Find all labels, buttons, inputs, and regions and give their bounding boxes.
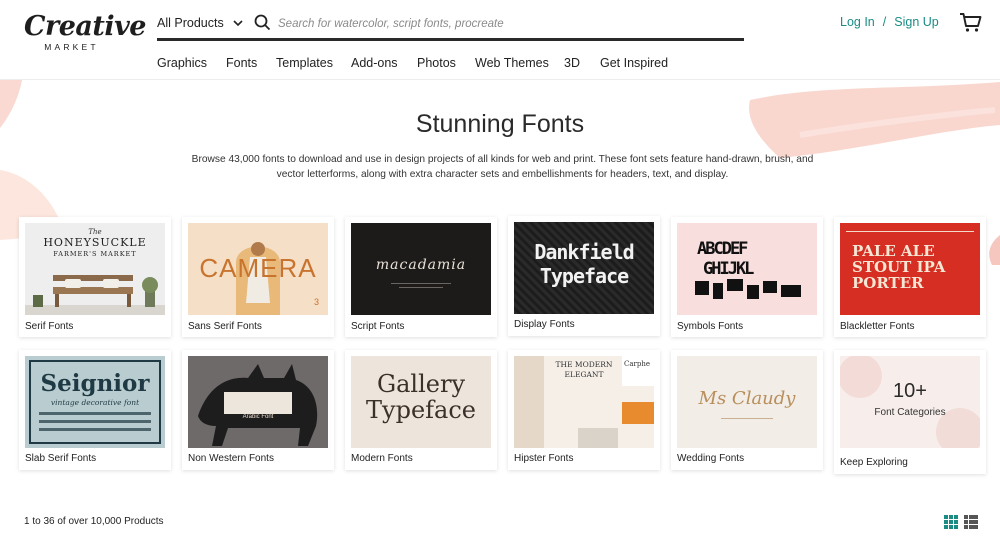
category-card-keep-exploring[interactable]: 10+ Font Categories Keep Exploring xyxy=(834,350,986,474)
thumb-text: vintage decorative font xyxy=(50,398,140,407)
bench-illustration xyxy=(25,275,165,315)
results-count: 1 to 36 of over 10,000 Products xyxy=(24,516,164,527)
category-label: Display Fonts xyxy=(514,319,575,330)
serif-fonts-thumbnail: The HONEYSUCKLE FARMER'S MARKET xyxy=(25,223,165,315)
sans-serif-fonts-thumbnail: CAMERA 3 xyxy=(188,223,328,315)
search-icon[interactable] xyxy=(254,14,271,31)
display-fonts-thumbnail: Dankfield Typeface xyxy=(514,222,654,314)
nav-item-photos[interactable]: Photos xyxy=(417,56,456,70)
page-title: Stunning Fonts xyxy=(415,110,585,138)
thumb-text: Typeface xyxy=(539,264,629,288)
keep-exploring-thumbnail: 10+ Font Categories xyxy=(840,356,980,448)
category-label: Non Western Fonts xyxy=(188,453,274,464)
category-card-serif[interactable]: The HONEYSUCKLE FARMER'S MARKET Serif Fo… xyxy=(19,217,171,337)
list-view-icon[interactable] xyxy=(964,515,978,529)
hipster-fonts-thumbnail: THE MODERN ELEGANT Carphe xyxy=(514,356,654,448)
wedding-fonts-thumbnail: Ms Claudy xyxy=(677,356,817,448)
thumb-text: GHIJKL xyxy=(703,259,754,279)
thumb-text: PORTER xyxy=(852,274,924,292)
category-label: Blackletter Fonts xyxy=(840,321,915,332)
signup-link[interactable]: Sign Up xyxy=(894,15,938,29)
thumb-text: Dankfield xyxy=(534,240,634,264)
cart-icon[interactable] xyxy=(959,12,982,33)
category-card-script[interactable]: macadamia Script Fonts xyxy=(345,217,497,337)
thumb-line xyxy=(39,420,151,423)
cat-illustration xyxy=(198,364,318,446)
nav-item-add-ons[interactable]: Add-ons xyxy=(351,56,398,70)
thumb-text: Typeface xyxy=(366,396,476,424)
category-label: Wedding Fonts xyxy=(677,453,745,464)
thumb-text: THE MODERN xyxy=(555,360,613,369)
thumb-panel xyxy=(578,428,618,448)
search-category-select[interactable]: All Products xyxy=(157,16,224,30)
nav-item-graphics[interactable]: Graphics xyxy=(157,56,207,70)
category-card-symbols[interactable]: ABCDEF GHIJKL Symbols Fonts xyxy=(671,217,823,337)
nav-item-get-inspired[interactable]: Get Inspired xyxy=(600,56,668,70)
page-description: Browse 43,000 fonts to download and use … xyxy=(191,154,814,180)
category-label: Serif Fonts xyxy=(25,321,74,332)
thumb-divider xyxy=(391,283,451,284)
thumb-divider xyxy=(399,287,443,288)
thumb-text: Gallery xyxy=(376,370,466,398)
category-label: Script Fonts xyxy=(351,321,405,332)
nav-item-templates[interactable]: Templates xyxy=(276,56,333,70)
search-bar: All Products xyxy=(157,10,744,41)
category-card-wedding[interactable]: Ms Claudy Wedding Fonts xyxy=(671,350,823,470)
category-card-non-western[interactable]: Arabic Font Non Western Fonts xyxy=(182,350,334,470)
category-card-sans-serif[interactable]: CAMERA 3 Sans Serif Fonts xyxy=(182,217,334,337)
pink-brush-decoration-edge xyxy=(989,235,1000,265)
thumb-text: ELEGANT xyxy=(564,370,604,379)
thumb-rule xyxy=(846,231,974,232)
thumb-panel xyxy=(514,356,544,448)
category-label: Symbols Fonts xyxy=(677,321,744,332)
thumb-text: Seignior xyxy=(40,370,150,397)
search-input[interactable] xyxy=(278,13,718,35)
login-link[interactable]: Log In xyxy=(840,15,875,29)
category-label: Slab Serif Fonts xyxy=(25,453,97,464)
nav-item-web-themes[interactable]: Web Themes xyxy=(475,56,549,70)
auth-separator: / xyxy=(882,15,887,29)
logo-wordmark: Creative xyxy=(24,11,146,42)
thumb-text: FARMER'S MARKET xyxy=(53,250,137,258)
thumb-line xyxy=(39,428,151,431)
category-label: Hipster Fonts xyxy=(514,453,574,464)
slab-serif-fonts-thumbnail: Seignior vintage decorative font xyxy=(25,356,165,448)
site-header: Creative MARKET All Products Log In / Sign… xyxy=(0,0,1000,80)
thumb-text: Arabic Font xyxy=(242,414,274,420)
thumb-line xyxy=(39,412,151,415)
script-fonts-thumbnail: macadamia xyxy=(351,223,491,315)
glyph-blocks xyxy=(695,279,801,299)
thumb-text: CAMERA xyxy=(199,253,317,283)
category-card-slab-serif[interactable]: Seignior vintage decorative font Slab Se… xyxy=(19,350,171,470)
blackletter-fonts-thumbnail: PALE ALE STOUT IPA PORTER xyxy=(840,223,980,315)
thumb-number: 3 xyxy=(314,297,320,307)
auth-links: Log In / Sign Up xyxy=(840,15,939,29)
category-card-display[interactable]: Dankfield Typeface Display Fonts xyxy=(508,216,660,336)
thumb-text: ABCDEF xyxy=(697,239,748,259)
chevron-down-icon[interactable] xyxy=(233,16,243,30)
non-western-fonts-thumbnail: Arabic Font xyxy=(188,356,328,448)
category-label: Sans Serif Fonts xyxy=(188,321,262,332)
category-card-blackletter[interactable]: PALE ALE STOUT IPA PORTER Blackletter Fo… xyxy=(834,217,986,337)
more-categories-text: Font Categories xyxy=(874,407,946,418)
thumb-text: macadamia xyxy=(375,257,467,273)
creative-market-logo[interactable]: Creative MARKET xyxy=(24,11,146,52)
thumb-divider xyxy=(721,418,773,419)
modern-fonts-thumbnail: Gallery Typeface xyxy=(351,356,491,448)
logo-subtitle: MARKET xyxy=(44,42,99,52)
thumb-text: HONEYSUCKLE xyxy=(43,236,147,249)
nav-item-3d[interactable]: 3D xyxy=(564,56,580,70)
category-card-modern[interactable]: Gallery Typeface Modern Fonts xyxy=(345,350,497,470)
thumb-text: The xyxy=(88,228,102,236)
more-categories-count: 10+ xyxy=(893,380,927,402)
category-card-hipster[interactable]: THE MODERN ELEGANT Carphe Hipster Fonts xyxy=(508,350,660,470)
keep-exploring-link: Keep Exploring xyxy=(840,457,908,468)
symbols-fonts-thumbnail: ABCDEF GHIJKL xyxy=(677,223,817,315)
thumb-text: Carphe xyxy=(624,360,651,368)
nav-item-fonts[interactable]: Fonts xyxy=(226,56,257,70)
thumb-panel xyxy=(622,402,654,424)
grid-view-icon[interactable] xyxy=(944,515,958,529)
category-label: Modern Fonts xyxy=(351,453,413,464)
thumb-text: Ms Claudy xyxy=(698,388,796,409)
